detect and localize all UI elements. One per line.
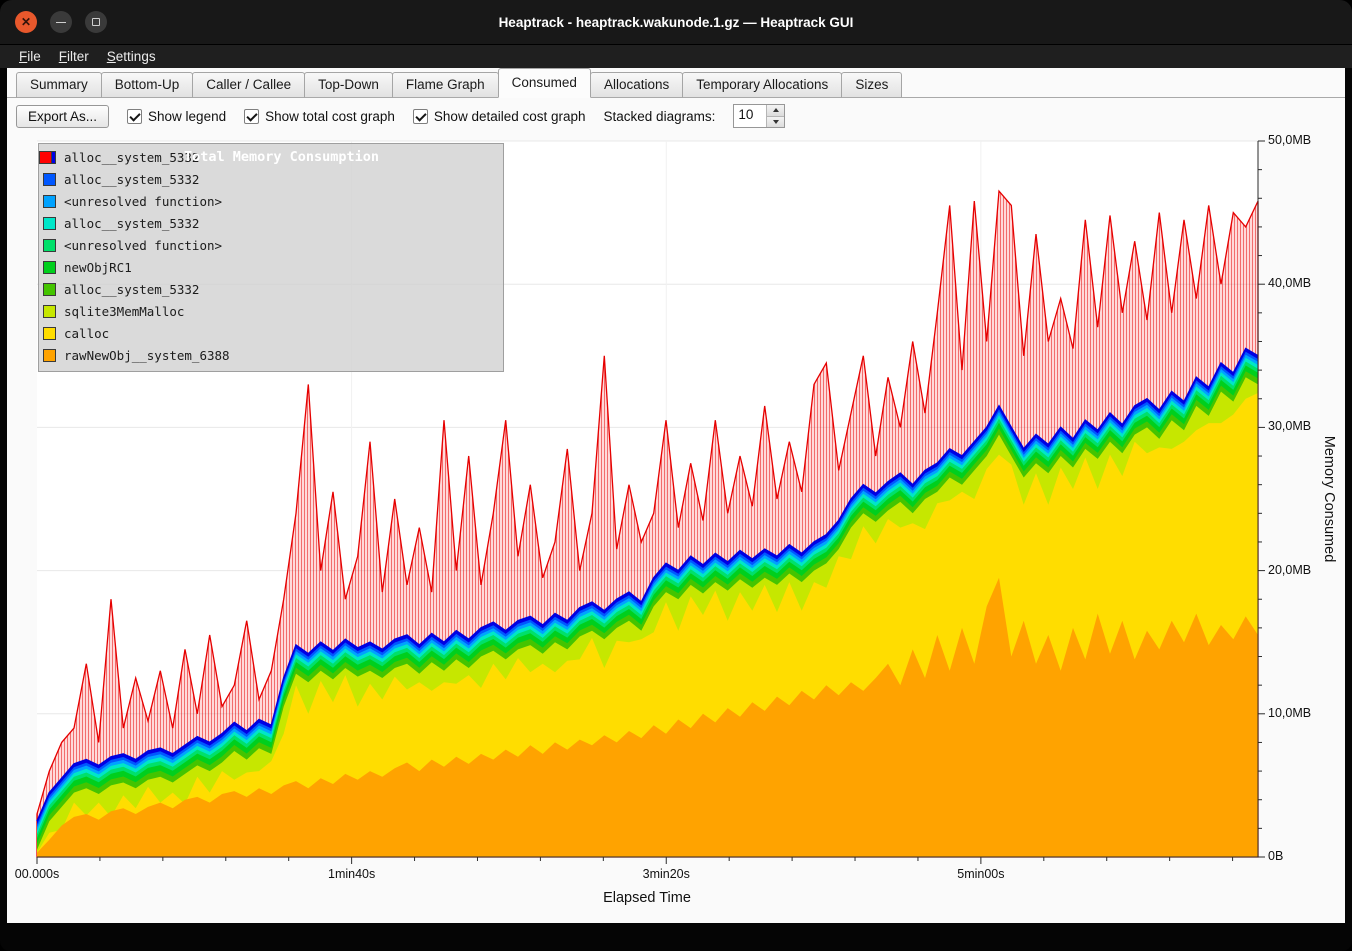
checkbox-label: Show total cost graph bbox=[265, 109, 395, 124]
legend-label: calloc bbox=[64, 326, 109, 341]
checkbox-box[interactable] bbox=[244, 109, 259, 124]
legend-label: alloc__system_5332 bbox=[64, 282, 199, 297]
legend-label: <unresolved function> bbox=[64, 238, 222, 253]
tab-top-down[interactable]: Top-Down bbox=[304, 72, 393, 98]
menu-item-file[interactable]: File bbox=[10, 47, 50, 66]
legend-swatch bbox=[43, 195, 56, 208]
legend-swatch bbox=[43, 173, 56, 186]
y-tick-label: 20,0MB bbox=[1268, 563, 1311, 577]
tab-flame-graph[interactable]: Flame Graph bbox=[392, 72, 499, 98]
legend-label: newObjRC1 bbox=[64, 260, 132, 275]
close-button[interactable]: ✕ bbox=[15, 11, 37, 33]
legend-item: calloc bbox=[43, 322, 498, 344]
tab-temporary-allocations[interactable]: Temporary Allocations bbox=[682, 72, 842, 98]
chevron-up-icon bbox=[773, 108, 779, 112]
legend-label: Total Memory Consumption bbox=[60, 149, 503, 165]
checkbox-show-total-cost-graph[interactable]: Show total cost graph bbox=[244, 109, 395, 124]
legend-item: rawNewObj__system_6388 bbox=[43, 344, 498, 366]
x-axis-title: Elapsed Time bbox=[603, 890, 691, 906]
application-window: ✕ Heaptrack - heaptrack.wakunode.1.gz — … bbox=[0, 0, 1352, 951]
legend-swatch bbox=[39, 151, 52, 164]
x-tick-label: 3min20s bbox=[643, 867, 690, 881]
legend-item: <unresolved function> bbox=[43, 190, 498, 212]
window-titlebar: ✕ Heaptrack - heaptrack.wakunode.1.gz — … bbox=[0, 0, 1352, 44]
close-icon: ✕ bbox=[21, 15, 31, 29]
legend-item: alloc__system_5332 bbox=[43, 212, 498, 234]
window-title: Heaptrack - heaptrack.wakunode.1.gz — He… bbox=[0, 15, 1352, 30]
checkbox-show-detailed-cost-graph[interactable]: Show detailed cost graph bbox=[413, 109, 586, 124]
maximize-button[interactable] bbox=[85, 11, 107, 33]
legend-title-row: Total Memory Consumption bbox=[39, 146, 503, 168]
menu-item-settings[interactable]: Settings bbox=[98, 47, 165, 66]
y-tick-label: 50,0MB bbox=[1268, 133, 1311, 147]
legend-item: alloc__system_5332 bbox=[43, 278, 498, 300]
y-axis-title: Memory Consumed bbox=[1321, 436, 1337, 563]
legend-label: rawNewObj__system_6388 bbox=[64, 348, 230, 363]
tab-summary[interactable]: Summary bbox=[16, 72, 102, 98]
legend-label: sqlite3MemMalloc bbox=[64, 304, 184, 319]
consumption-chart[interactable]: Total Memory Consumption alloc__system_53… bbox=[37, 141, 1342, 923]
legend-swatch bbox=[43, 349, 56, 362]
legend-swatch bbox=[43, 261, 56, 274]
tab-sizes[interactable]: Sizes bbox=[841, 72, 902, 98]
legend-swatch bbox=[43, 305, 56, 318]
menu-item-filter[interactable]: Filter bbox=[50, 47, 98, 66]
checkbox-show-legend[interactable]: Show legend bbox=[127, 109, 226, 124]
y-tick-label: 30,0MB bbox=[1268, 419, 1311, 433]
legend-label: <unresolved function> bbox=[64, 194, 222, 209]
spin-up-button[interactable] bbox=[767, 105, 784, 116]
minimize-icon bbox=[56, 22, 66, 23]
minimize-button[interactable] bbox=[50, 11, 72, 33]
legend-item: sqlite3MemMalloc bbox=[43, 300, 498, 322]
legend-item: alloc__system_5332 bbox=[43, 168, 498, 190]
legend-label: alloc__system_5332 bbox=[64, 172, 199, 187]
chart-legend: Total Memory Consumption alloc__system_53… bbox=[38, 143, 504, 372]
checkbox-box[interactable] bbox=[127, 109, 142, 124]
y-tick-label: 0B bbox=[1268, 849, 1283, 863]
export-button[interactable]: Export As... bbox=[16, 105, 109, 128]
stacked-diagrams-label: Stacked diagrams: bbox=[604, 109, 716, 124]
x-tick-label: 1min40s bbox=[328, 867, 375, 881]
tab-consumed[interactable]: Consumed bbox=[498, 68, 591, 98]
spinbox-buttons bbox=[766, 105, 784, 127]
checkbox-box[interactable] bbox=[413, 109, 428, 124]
x-tick-label: 5min00s bbox=[957, 867, 1004, 881]
main-content: SummaryBottom-UpCaller / CalleeTop-DownF… bbox=[7, 68, 1345, 923]
legend-item: <unresolved function> bbox=[43, 234, 498, 256]
y-tick-label: 40,0MB bbox=[1268, 276, 1311, 290]
legend-swatch bbox=[43, 327, 56, 340]
spinbox-value[interactable]: 10 bbox=[734, 105, 766, 127]
checkbox-label: Show legend bbox=[148, 109, 226, 124]
tab-bar: SummaryBottom-UpCaller / CalleeTop-DownF… bbox=[7, 68, 1345, 98]
checkbox-label: Show detailed cost graph bbox=[434, 109, 586, 124]
legend-item: newObjRC1 bbox=[43, 256, 498, 278]
y-tick-label: 10,0MB bbox=[1268, 706, 1311, 720]
legend-label: alloc__system_5332 bbox=[64, 216, 199, 231]
spin-down-button[interactable] bbox=[767, 116, 784, 128]
legend-swatch bbox=[43, 283, 56, 296]
window-controls: ✕ bbox=[15, 11, 107, 33]
legend-swatch bbox=[43, 239, 56, 252]
menu-bar: FileFilterSettings bbox=[0, 44, 1352, 68]
tab-allocations[interactable]: Allocations bbox=[590, 72, 683, 98]
toolbar: Export As... Show legend Show total cost … bbox=[7, 98, 1345, 134]
tab-caller-callee[interactable]: Caller / Callee bbox=[192, 72, 305, 98]
tab-bottom-up[interactable]: Bottom-Up bbox=[101, 72, 194, 98]
x-tick-label: 00.000s bbox=[15, 867, 59, 881]
legend-swatch bbox=[43, 217, 56, 230]
chevron-down-icon bbox=[773, 120, 779, 124]
maximize-icon bbox=[92, 18, 100, 26]
stacked-diagrams-spinbox[interactable]: 10 bbox=[733, 104, 785, 128]
